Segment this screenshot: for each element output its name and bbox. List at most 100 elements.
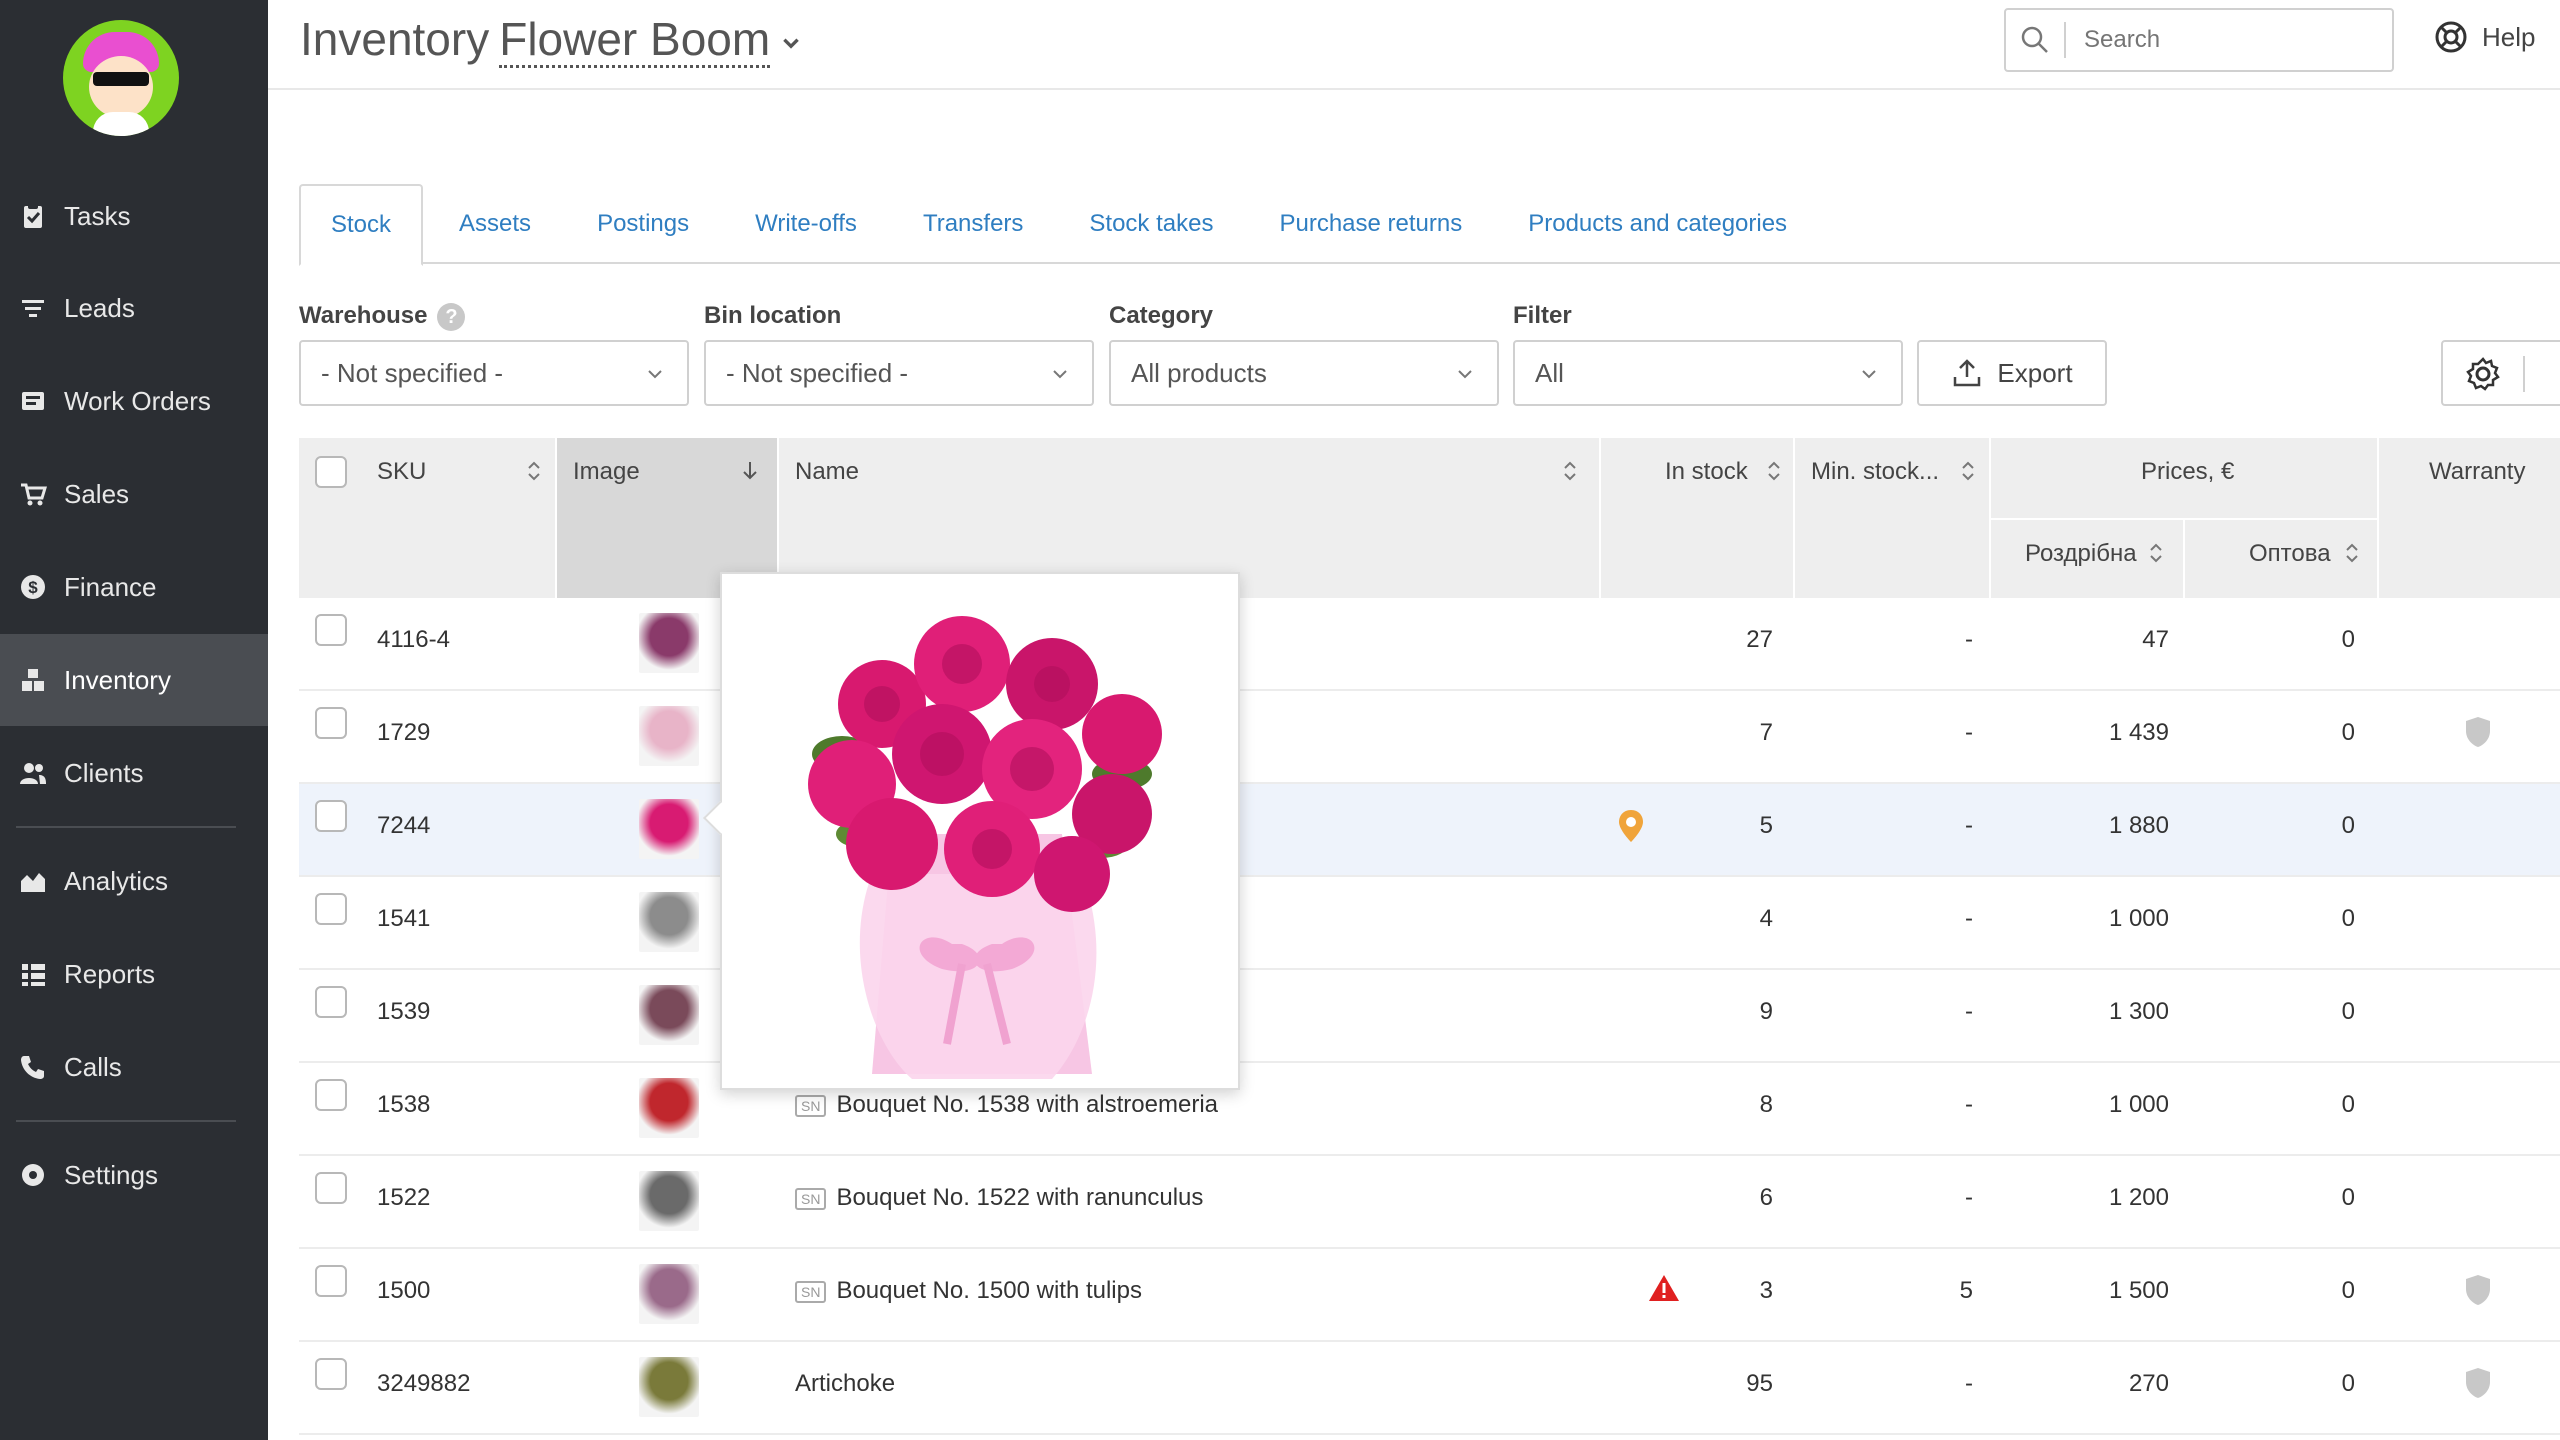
warning-icon xyxy=(1649,1275,1679,1301)
row-name[interactable]: SN Bouquet No. 1522 with ranunculus xyxy=(795,1184,1203,1212)
row-in-stock: 8 xyxy=(1759,1091,1773,1118)
sidebar-item-work-orders[interactable]: Work Orders xyxy=(0,355,268,447)
user-avatar[interactable] xyxy=(63,20,179,136)
row-checkbox[interactable] xyxy=(315,893,347,925)
dollar-icon: $ xyxy=(18,572,48,602)
sort-icon xyxy=(528,461,540,481)
table-row[interactable]: 1538 SN Bouquet No. 1538 with alstroemeria… xyxy=(299,1063,2560,1156)
row-retail-price: 1 880 xyxy=(2108,812,2169,839)
chevron-down-icon[interactable] xyxy=(780,32,802,54)
sidebar-item-label: Calls xyxy=(64,1051,122,1082)
lifebuoy-icon xyxy=(2435,21,2467,53)
tab-postings[interactable]: Postings xyxy=(567,184,719,264)
tab-purchase-returns[interactable]: Purchase returns xyxy=(1249,184,1492,264)
serial-number-badge: SN xyxy=(795,1280,827,1303)
warehouse-selector[interactable]: Flower Boom xyxy=(499,13,771,68)
row-name[interactable]: SN Bouquet No. 1538 with alstroemeria xyxy=(795,1091,1218,1119)
sidebar-item-leads[interactable]: Leads xyxy=(0,262,268,354)
chevron-down-icon xyxy=(1458,370,1472,379)
sidebar-item-sales[interactable]: Sales xyxy=(0,448,268,540)
tab-write-offs[interactable]: Write-offs xyxy=(725,184,887,264)
product-thumbnail[interactable] xyxy=(639,1171,699,1231)
sidebar-item-inventory[interactable]: Inventory xyxy=(0,634,268,726)
chevron-down-icon xyxy=(648,370,662,379)
row-wholesale-price: 0 xyxy=(2341,1184,2355,1211)
inventory-tabs: Stock Assets Postings Write-offs Transfers St… xyxy=(299,184,2560,266)
product-thumbnail[interactable] xyxy=(639,706,699,766)
sidebar-item-label: Work Orders xyxy=(64,385,211,416)
category-select[interactable]: All products xyxy=(1109,340,1499,406)
row-checkbox[interactable] xyxy=(315,614,347,646)
sidebar-item-tasks[interactable]: Tasks xyxy=(0,170,268,262)
row-wholesale-price: 0 xyxy=(2341,719,2355,746)
row-checkbox[interactable] xyxy=(315,1172,347,1204)
sidebar-item-analytics[interactable]: Analytics xyxy=(0,835,268,927)
row-checkbox[interactable] xyxy=(315,1358,347,1390)
cart-icon xyxy=(18,479,48,509)
row-checkbox[interactable] xyxy=(315,986,347,1018)
tab-assets[interactable]: Assets xyxy=(429,184,561,264)
row-checkbox[interactable] xyxy=(315,800,347,832)
table-row[interactable]: 1729 7 - 1 439 0 xyxy=(299,691,2560,784)
table-row[interactable]: 1522 SN Bouquet No. 1522 with ranunculus 6 -… xyxy=(299,1156,2560,1249)
sidebar-item-finance[interactable]: $ Finance xyxy=(0,541,268,633)
sidebar-item-clients[interactable]: Clients xyxy=(0,727,268,819)
sidebar-item-calls[interactable]: Calls xyxy=(0,1021,268,1113)
row-min-stock: - xyxy=(1965,998,1973,1025)
table-row[interactable]: 1539 9 - 1 300 0 xyxy=(299,970,2560,1063)
row-wholesale-price: 0 xyxy=(2341,1370,2355,1397)
bin-location-select[interactable]: - Not specified - xyxy=(704,340,1094,406)
search-input[interactable] xyxy=(2066,26,2366,54)
table-settings-button[interactable] xyxy=(2441,340,2560,406)
row-wholesale-price: 0 xyxy=(2341,1091,2355,1118)
column-retail[interactable]: Роздрібна xyxy=(1991,518,2185,598)
phone-icon xyxy=(18,1052,48,1082)
sidebar-item-label: Inventory xyxy=(64,664,171,695)
product-thumbnail[interactable] xyxy=(639,1357,699,1417)
help-label: Help xyxy=(2482,21,2536,52)
help-question-icon[interactable]: ? xyxy=(437,302,466,331)
help-button[interactable]: Help xyxy=(2434,20,2535,54)
product-thumbnail[interactable] xyxy=(639,613,699,673)
product-thumbnail[interactable] xyxy=(639,1078,699,1138)
sort-icon xyxy=(2150,543,2162,563)
column-sku[interactable]: SKU xyxy=(361,438,557,598)
sidebar-item-settings[interactable]: Settings xyxy=(0,1129,268,1221)
product-thumbnail[interactable] xyxy=(639,985,699,1045)
table-row[interactable]: 4116-4 27 - 47 0 xyxy=(299,598,2560,691)
row-checkbox[interactable] xyxy=(315,707,347,739)
column-min-stock[interactable]: Min. stock... xyxy=(1795,438,1991,598)
column-in-stock[interactable]: In stock xyxy=(1601,438,1795,598)
tab-stock-takes[interactable]: Stock takes xyxy=(1059,184,1243,264)
row-name[interactable]: Artichoke xyxy=(795,1370,895,1398)
table-row[interactable]: 7244 5 - 1 880 0 xyxy=(299,784,2560,877)
filter-select[interactable]: All xyxy=(1513,340,1903,406)
tab-stock[interactable]: Stock xyxy=(299,184,424,266)
serial-number-badge: SN xyxy=(795,1094,827,1117)
sidebar: Tasks Leads Work Orders Sales $ Finance Invent… xyxy=(0,0,268,1440)
table-row[interactable]: 3249882 Artichoke 95 - 270 0 xyxy=(299,1342,2560,1435)
row-in-stock: 5 xyxy=(1759,812,1773,839)
table-row[interactable]: 1541 4 - 1 000 0 xyxy=(299,877,2560,970)
sidebar-item-label: Reports xyxy=(64,958,156,989)
select-all-checkbox[interactable] xyxy=(315,456,347,488)
column-warranty[interactable]: Warranty xyxy=(2379,438,2560,598)
table-row[interactable]: 1500 SN Bouquet No. 1500 with tulips 3 5 1 50… xyxy=(299,1249,2560,1342)
warehouse-select[interactable]: - Not specified - xyxy=(299,340,689,406)
row-name[interactable]: SN Bouquet No. 1500 with tulips xyxy=(795,1277,1142,1305)
export-button[interactable]: Export xyxy=(1917,340,2107,406)
sidebar-item-reports[interactable]: Reports xyxy=(0,928,268,1020)
tab-transfers[interactable]: Transfers xyxy=(893,184,1053,264)
row-in-stock: 6 xyxy=(1759,1184,1773,1211)
category-filter-label: Category xyxy=(1109,302,1214,329)
product-thumbnail[interactable] xyxy=(639,799,699,859)
tab-products-and-categories[interactable]: Products and categories xyxy=(1498,184,1817,264)
search-box[interactable] xyxy=(2004,8,2394,72)
sort-desc-icon xyxy=(743,462,757,480)
row-in-stock: 95 xyxy=(1746,1370,1773,1397)
product-thumbnail[interactable] xyxy=(639,1264,699,1324)
product-thumbnail[interactable] xyxy=(639,892,699,952)
row-checkbox[interactable] xyxy=(315,1079,347,1111)
column-wholesale[interactable]: Оптова xyxy=(2185,518,2379,598)
row-checkbox[interactable] xyxy=(315,1265,347,1297)
